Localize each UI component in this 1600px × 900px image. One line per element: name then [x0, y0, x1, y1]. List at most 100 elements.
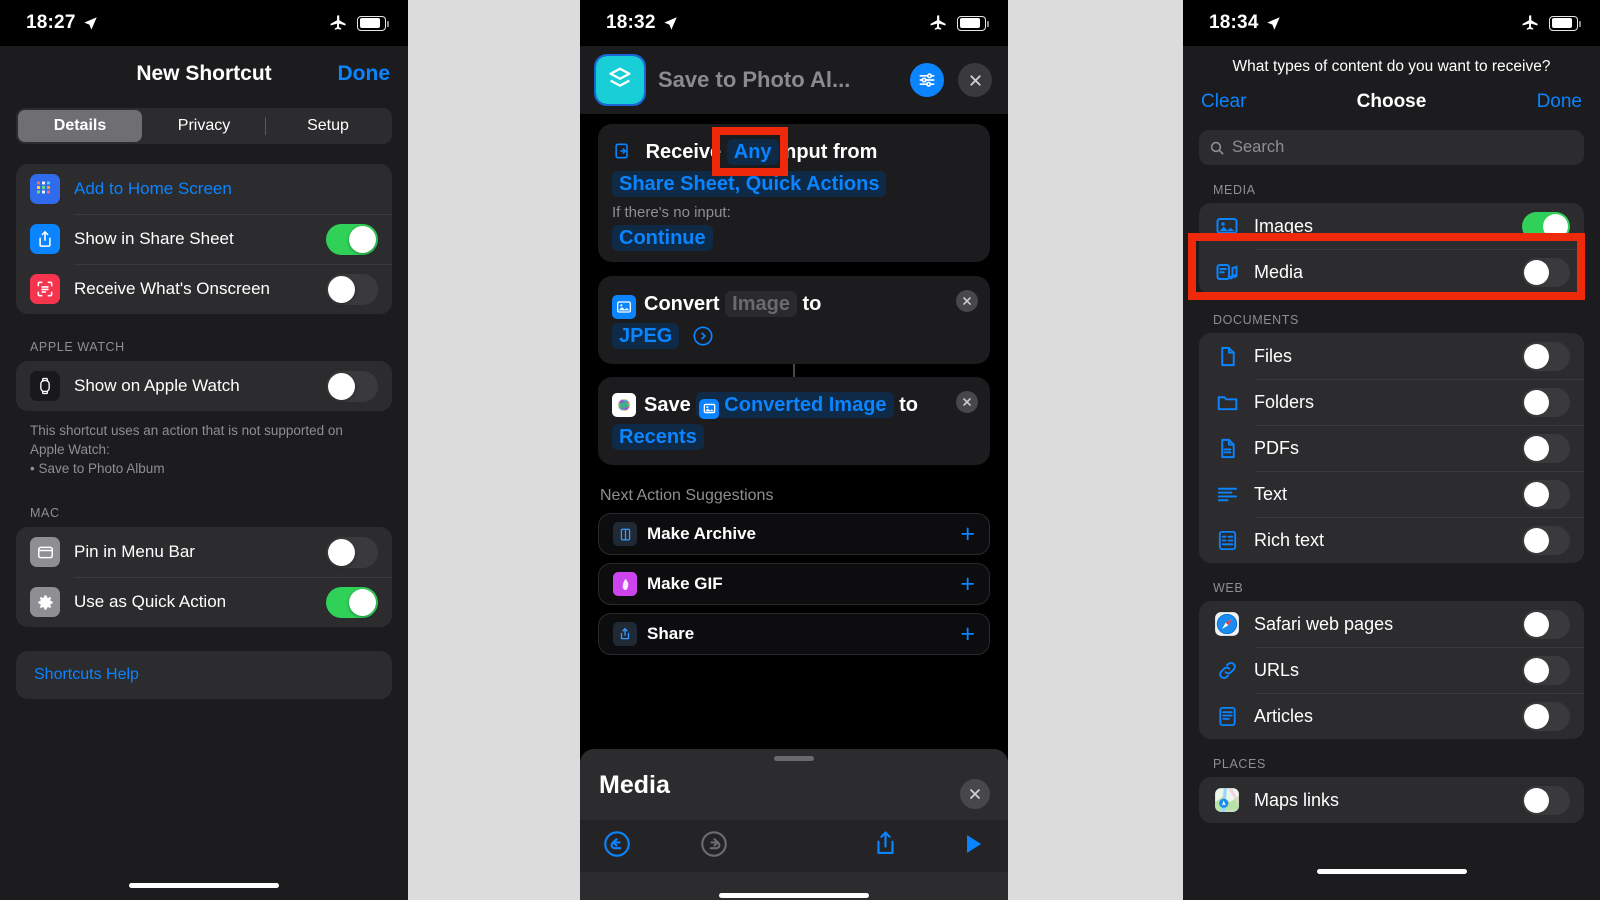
toggle-folders[interactable] [1522, 387, 1570, 417]
text-lines-icon [1213, 480, 1241, 508]
gear-icon [30, 587, 60, 617]
toggle-show-in-share-sheet[interactable] [326, 223, 378, 255]
location-arrow-icon [83, 16, 97, 30]
action-card-save-to-album[interactable]: Save Converted Image to Recents [598, 377, 990, 465]
suggestion-label: Share [647, 624, 695, 643]
toggle-text[interactable] [1522, 479, 1570, 509]
close-icon[interactable] [958, 63, 992, 97]
shortcut-name[interactable]: Save to Photo Al... [658, 67, 896, 93]
safari-icon [1213, 610, 1241, 638]
token-image-input[interactable]: Image [725, 291, 797, 317]
receive-word: Receive [645, 141, 722, 163]
add-action-button[interactable]: + [960, 521, 975, 547]
tab-setup[interactable]: Setup [266, 110, 390, 142]
token-recents-album[interactable]: Recents [612, 424, 704, 450]
add-action-button[interactable]: + [960, 571, 975, 597]
shortcuts-help-link[interactable]: Shortcuts Help [16, 651, 392, 699]
toggle-media[interactable] [1522, 257, 1570, 287]
status-bar: 18:32 [580, 0, 1008, 46]
add-action-button[interactable]: + [960, 621, 975, 647]
share-icon[interactable] [871, 829, 900, 863]
search-input[interactable]: Search [1199, 130, 1584, 165]
choose-content-body: What types of content do you want to rec… [1183, 46, 1600, 900]
status-left: 18:34 [1209, 12, 1281, 34]
tab-segmented-control[interactable]: Details Privacy Setup [16, 108, 392, 144]
token-converted-image[interactable]: Converted Image [696, 392, 894, 419]
toggle-pdfs[interactable] [1522, 433, 1570, 463]
suggestion-share[interactable]: Share + [598, 613, 990, 655]
battery-icon [957, 15, 989, 31]
row-add-to-home-screen[interactable]: Add to Home Screen [16, 164, 392, 214]
row-images[interactable]: Images [1199, 203, 1584, 249]
row-articles[interactable]: Articles [1199, 693, 1584, 739]
play-icon[interactable] [960, 831, 986, 862]
pdf-icon [1213, 434, 1241, 462]
row-label-maps-links: Maps links [1254, 789, 1340, 810]
battery-icon [1549, 15, 1581, 31]
done-button[interactable]: Done [338, 62, 391, 86]
stacked-layers-icon[interactable] [594, 54, 646, 106]
image-icon [699, 398, 720, 419]
suggestion-label: Make GIF [647, 574, 723, 593]
toggle-pin-in-menu-bar[interactable] [326, 536, 378, 568]
row-show-in-share-sheet[interactable]: Show in Share Sheet [16, 214, 392, 264]
suggestion-make-gif[interactable]: Make GIF + [598, 563, 990, 605]
row-maps-links[interactable]: Maps links [1199, 777, 1584, 823]
suggestion-make-archive[interactable]: Make Archive + [598, 513, 990, 555]
toggle-images[interactable] [1522, 211, 1570, 241]
toggle-files[interactable] [1522, 341, 1570, 371]
sheet-grabber[interactable] [774, 756, 814, 761]
status-bar: 18:34 [1183, 0, 1600, 46]
status-left: 18:27 [26, 12, 98, 34]
row-receive-whats-onscreen[interactable]: Receive What's Onscreen [16, 264, 392, 314]
apple-watch-group: Show on Apple Watch [16, 361, 392, 411]
toggle-urls[interactable] [1522, 655, 1570, 685]
row-pdfs[interactable]: PDFs [1199, 425, 1584, 471]
clear-button[interactable]: Clear [1201, 91, 1246, 113]
toggle-maps-links[interactable] [1522, 785, 1570, 815]
file-icon [1213, 342, 1241, 370]
chevron-right-circle-icon[interactable] [692, 325, 714, 347]
receive-input-card[interactable]: Receive Any nput from Share Sheet, Quick… [598, 124, 990, 262]
gif-icon [613, 572, 637, 596]
prompt-text: What types of content do you want to rec… [1232, 58, 1551, 75]
toggle-rich-text[interactable] [1522, 525, 1570, 555]
row-show-on-apple-watch[interactable]: Show on Apple Watch [16, 361, 392, 411]
row-media[interactable]: Media [1199, 249, 1584, 295]
tab-details[interactable]: Details [18, 110, 142, 142]
toggle-articles[interactable] [1522, 701, 1570, 731]
section-group-documents: Files Folders PDFs Text Rich text [1199, 333, 1584, 563]
token-any[interactable]: Any [726, 139, 779, 165]
token-input-sources[interactable]: Share Sheet, Quick Actions [612, 171, 887, 197]
maps-icon [1213, 786, 1241, 814]
row-safari-web-pages[interactable]: Safari web pages [1199, 601, 1584, 647]
undo-icon[interactable] [602, 829, 632, 864]
row-pin-in-menu-bar[interactable]: Pin in Menu Bar [16, 527, 392, 577]
toggle-receive-whats-onscreen[interactable] [326, 273, 378, 305]
row-folders[interactable]: Folders [1199, 379, 1584, 425]
row-text[interactable]: Text [1199, 471, 1584, 517]
row-urls[interactable]: URLs [1199, 647, 1584, 693]
remove-action-button[interactable] [956, 290, 978, 312]
row-files[interactable]: Files [1199, 333, 1584, 379]
token-jpeg[interactable]: JPEG [612, 323, 680, 349]
action-card-convert-image[interactable]: Convert Image to JPEG [598, 276, 990, 364]
toggle-show-on-apple-watch[interactable] [326, 370, 378, 402]
row-label-rich-text: Rich text [1254, 529, 1325, 550]
row-use-as-quick-action[interactable]: Use as Quick Action [16, 577, 392, 627]
done-button[interactable]: Done [1537, 91, 1582, 113]
sliders-icon[interactable] [910, 63, 944, 97]
row-rich-text[interactable]: Rich text [1199, 517, 1584, 563]
tab-privacy[interactable]: Privacy [142, 110, 266, 142]
toggle-use-as-quick-action[interactable] [326, 586, 378, 618]
close-icon[interactable] [960, 779, 990, 809]
toggle-safari-web-pages[interactable] [1522, 609, 1570, 639]
section-group-places: Maps links [1199, 777, 1584, 823]
token-continue[interactable]: Continue [612, 225, 713, 251]
remove-action-button[interactable] [956, 391, 978, 413]
section-group-web: Safari web pages URLs Articles [1199, 601, 1584, 739]
home-indicator [1316, 869, 1467, 874]
status-right [929, 14, 989, 33]
row-label-pdfs: PDFs [1254, 437, 1299, 458]
page-title: New Shortcut [136, 62, 272, 85]
